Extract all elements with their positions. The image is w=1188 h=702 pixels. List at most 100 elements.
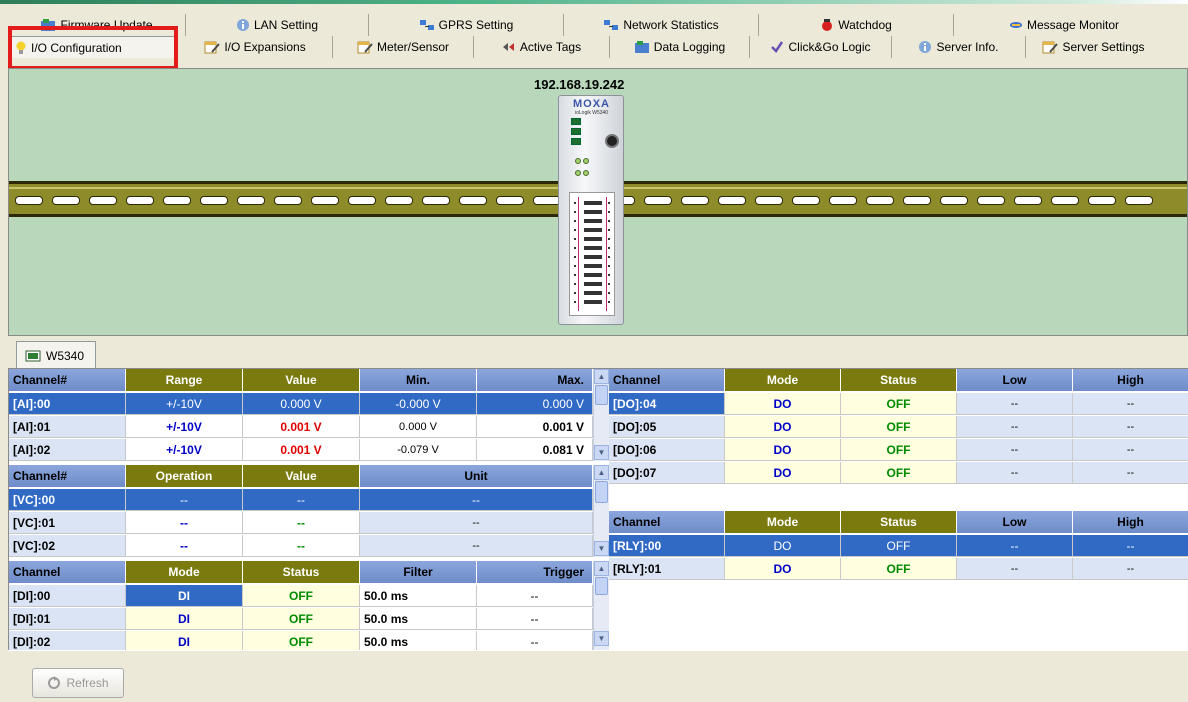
scroll-down-icon[interactable]: ▼: [594, 445, 609, 460]
scroll-up-icon[interactable]: ▲: [594, 369, 609, 384]
terminal-screw: [584, 228, 602, 232]
column-header[interactable]: Channel: [609, 511, 725, 534]
column-header[interactable]: Low: [957, 511, 1073, 534]
logic-icon: [771, 41, 784, 53]
scroll-thumb[interactable]: [595, 577, 608, 595]
column-header[interactable]: Channel: [609, 369, 725, 392]
rail-slot: [1051, 196, 1079, 205]
rail-slot: [792, 196, 820, 205]
device-image[interactable]: MOXA ioLogik W5340: [558, 95, 624, 325]
column-header[interactable]: Min.: [360, 369, 477, 392]
table-row[interactable]: [DO]:06 DO OFF -- --: [609, 439, 1188, 461]
column-header[interactable]: Status: [243, 561, 360, 584]
rail-slot: [755, 196, 783, 205]
column-header[interactable]: Low: [957, 369, 1073, 392]
table-cell: -0.079 V: [360, 439, 477, 461]
rail-slot: [1125, 196, 1153, 205]
network-icon: [604, 20, 619, 30]
column-header[interactable]: Value: [243, 465, 360, 488]
column-header[interactable]: Channel#: [9, 465, 126, 488]
table-cell: 0.001 V: [243, 416, 360, 438]
tab-data-logging[interactable]: Data Logging: [610, 36, 750, 58]
table-row[interactable]: [AI]:01 +/-10V 0.001 V 0.000 V 0.001 V: [9, 416, 593, 438]
tab-io-configuration[interactable]: I/O Configuration: [8, 36, 178, 58]
rail-slot: [829, 196, 857, 205]
tab-lan-setting[interactable]: LAN Setting: [186, 14, 369, 36]
column-header[interactable]: Max.: [477, 369, 593, 392]
tab-click-go-logic[interactable]: Click&Go Logic: [750, 36, 892, 58]
table-row[interactable]: [DO]:07 DO OFF -- --: [609, 462, 1188, 484]
table-row[interactable]: [RLY]:01 DO OFF -- --: [609, 558, 1188, 580]
firmware-icon: [634, 41, 649, 53]
device-tab-label: W5340: [46, 348, 85, 363]
scroll-thumb[interactable]: [595, 385, 608, 405]
title-accent-line: [0, 0, 1188, 4]
scroll-thumb[interactable]: [595, 481, 608, 503]
terminal-screw: [584, 246, 602, 250]
column-header[interactable]: Channel: [9, 561, 126, 584]
column-header[interactable]: Trigger: [477, 561, 593, 584]
tab-network-statistics[interactable]: Network Statistics: [564, 14, 759, 36]
rail-slot: [903, 196, 931, 205]
column-header[interactable]: Unit: [360, 465, 593, 488]
table-row[interactable]: [RLY]:00 DO OFF -- --: [609, 535, 1188, 557]
tab-io-expansions[interactable]: I/O Expansions: [178, 36, 333, 58]
table-row[interactable]: [DO]:05 DO OFF -- --: [609, 416, 1188, 438]
di-scrollbar[interactable]: ▲ ▼: [593, 561, 609, 651]
tab-watchdog[interactable]: Watchdog: [759, 14, 954, 36]
column-header[interactable]: Mode: [725, 369, 841, 392]
column-header[interactable]: Filter: [360, 561, 477, 584]
column-header[interactable]: Value: [243, 369, 360, 392]
column-header[interactable]: High: [1073, 369, 1188, 392]
scroll-up-icon[interactable]: ▲: [594, 561, 609, 576]
table-row[interactable]: [AI]:00 +/-10V 0.000 V -0.000 V 0.000 V: [9, 393, 593, 415]
column-header[interactable]: Channel#: [9, 369, 126, 392]
table-cell: --: [957, 462, 1073, 484]
table-row[interactable]: [VC]:01 -- -- --: [9, 512, 593, 534]
refresh-button[interactable]: Refresh: [32, 668, 124, 698]
status-led: [571, 118, 581, 125]
ai-scrollbar[interactable]: ▲ ▼: [593, 369, 609, 461]
table-cell: --: [477, 608, 593, 630]
table-row[interactable]: [DI]:00 DI OFF 50.0 ms --: [9, 585, 593, 607]
vc-scrollbar[interactable]: ▲ ▼: [593, 465, 609, 557]
table-cell: DI: [126, 585, 243, 607]
rail-slot: [348, 196, 376, 205]
rail-slot: [681, 196, 709, 205]
scroll-down-icon[interactable]: ▼: [594, 631, 609, 646]
table-row[interactable]: [AI]:02 +/-10V 0.001 V -0.079 V 0.081 V: [9, 439, 593, 461]
device-canvas: 192.168.19.242 MOXA ioLogik W5340: [8, 68, 1188, 336]
table-cell: OFF: [841, 416, 957, 438]
tab-gprs-setting[interactable]: GPRS Setting: [369, 14, 564, 36]
table-row[interactable]: [DI]:01 DI OFF 50.0 ms --: [9, 608, 593, 630]
tab-active-tags[interactable]: Active Tags: [474, 36, 610, 58]
table-row[interactable]: [DO]:04 DO OFF -- --: [609, 393, 1188, 415]
column-header[interactable]: Mode: [126, 561, 243, 584]
tab-message-monitor[interactable]: Message Monitor: [954, 14, 1174, 36]
table-cell: 50.0 ms: [360, 585, 477, 607]
terminal-screw: [584, 264, 602, 268]
column-header[interactable]: Operation: [126, 465, 243, 488]
scroll-down-icon[interactable]: ▼: [594, 541, 609, 556]
column-header[interactable]: Status: [841, 511, 957, 534]
table-row[interactable]: [VC]:00 -- -- --: [9, 489, 593, 511]
tab-server-settings[interactable]: Server Settings: [1026, 36, 1161, 58]
rail-slot: [15, 196, 43, 205]
column-header[interactable]: Status: [841, 369, 957, 392]
column-header[interactable]: High: [1073, 511, 1188, 534]
table-row[interactable]: [VC]:02 -- -- --: [9, 535, 593, 557]
column-header[interactable]: Range: [126, 369, 243, 392]
tab-firmware-update[interactable]: Firmware Update: [8, 14, 186, 36]
tab-meter-sensor[interactable]: Meter/Sensor: [333, 36, 474, 58]
tab-w5340[interactable]: W5340: [16, 341, 96, 369]
indicator-leds: [573, 156, 597, 184]
table-cell: DO: [725, 462, 841, 484]
tab-server-info[interactable]: Server Info.: [892, 36, 1026, 58]
rail-slot: [422, 196, 450, 205]
table-row[interactable]: [DI]:02 DI OFF 50.0 ms --: [9, 631, 593, 651]
column-header[interactable]: Mode: [725, 511, 841, 534]
scroll-up-icon[interactable]: ▲: [594, 465, 609, 480]
table-cell: OFF: [841, 535, 957, 557]
rail-slot: [274, 196, 302, 205]
table-cell: [VC]:00: [9, 489, 126, 511]
